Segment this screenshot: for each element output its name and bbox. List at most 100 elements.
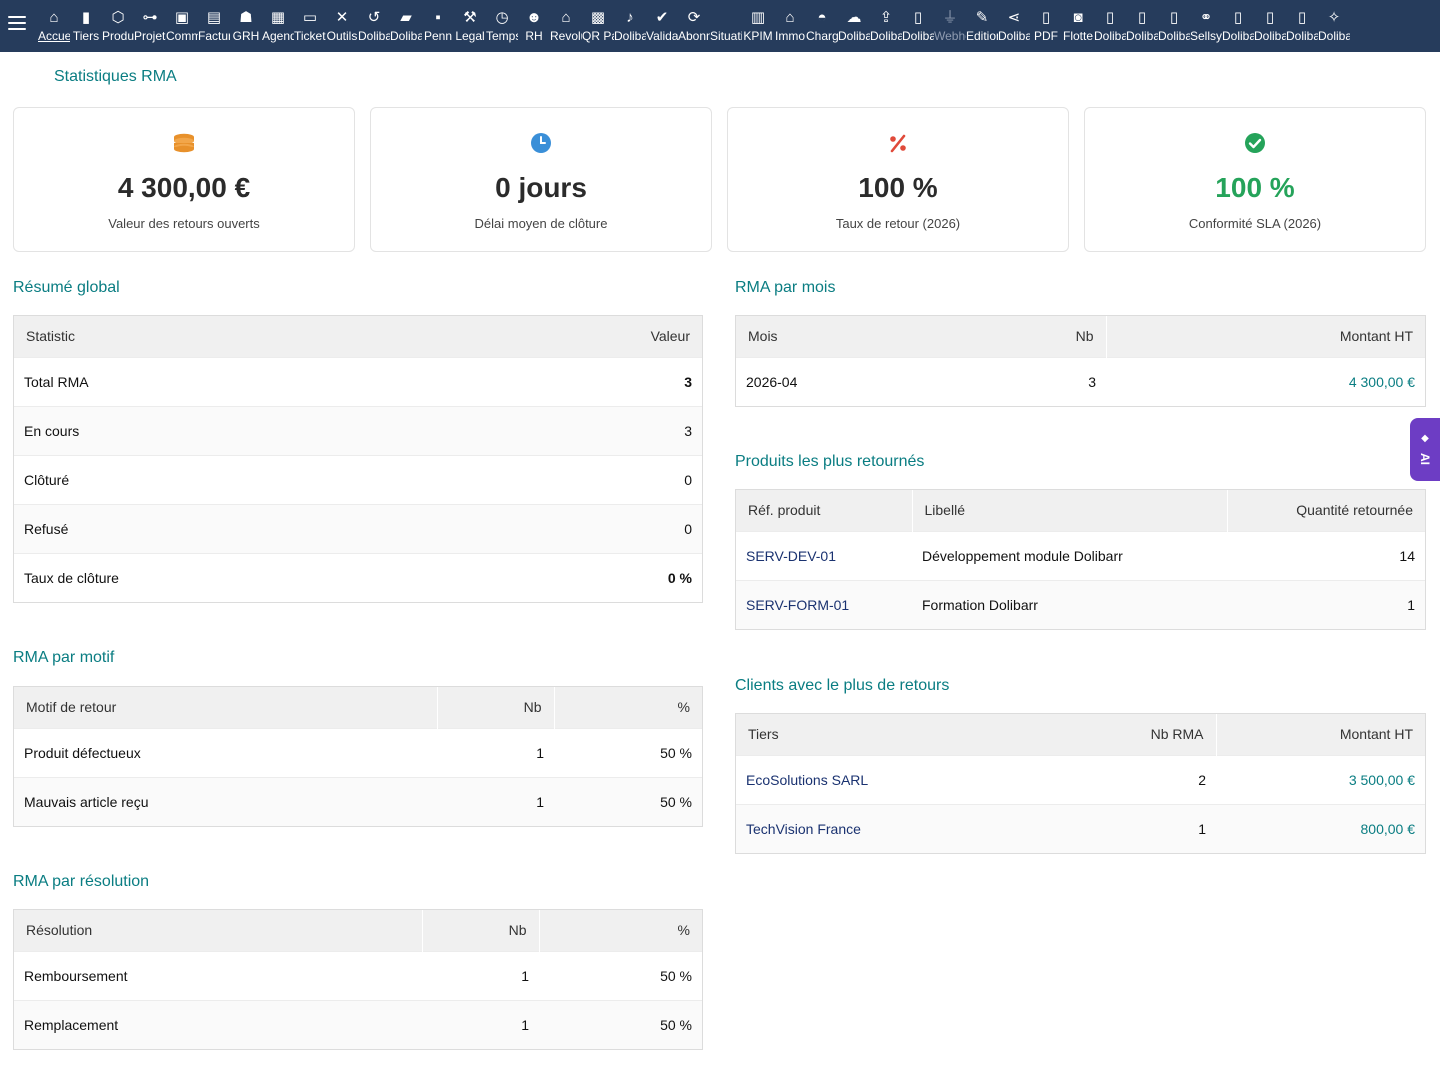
menu-item-label: Dolibarr [1318, 29, 1350, 43]
menu-item-16[interactable]: ⌂ Revolut [550, 0, 582, 52]
row-label: Refusé [14, 503, 458, 553]
menu-item-25[interactable]: ☁ Dolibarr [838, 0, 870, 52]
menu-item-38[interactable]: ▯ Dolibarr [1254, 0, 1286, 52]
upload-icon: ⇪ [879, 9, 893, 26]
menu-item-26[interactable]: ⇪ Dolibarr [870, 0, 902, 52]
menu-item-label: Dolibarr [1158, 29, 1190, 43]
summary-table: Statistic Valeur Total RMA 3 En cours 3 Cl… [13, 315, 703, 603]
product-ref-link[interactable]: SERV-DEV-01 [736, 530, 912, 580]
bell-icon: ♪ [626, 9, 634, 26]
menu-item-1[interactable]: ▮ Tiers [70, 0, 102, 52]
note-icon: ▯ [1233, 9, 1243, 26]
menu-item-37[interactable]: ▯ Dolibarr [1222, 0, 1254, 52]
reason-percent: 50 % [554, 776, 702, 826]
menu-item-14[interactable]: ◷ Temps [486, 0, 518, 52]
note-icon: ▯ [1297, 9, 1307, 26]
row-label: En cours [14, 405, 458, 455]
note-icon: ▯ [1265, 9, 1275, 26]
product-ref-link[interactable]: SERV-FORM-01 [736, 579, 912, 629]
menu-item-15[interactable]: ☻ RH [518, 0, 550, 52]
menu-item-3[interactable]: ⊶ Projets [134, 0, 166, 52]
hamburger-menu-icon[interactable] [8, 16, 26, 36]
product-quantity: 1 [1227, 579, 1425, 629]
column-header: Libellé [911, 490, 1227, 531]
menu-item-31[interactable]: ▯ PDF [1030, 0, 1062, 52]
menu-item-32[interactable]: ◙ Flotte [1062, 0, 1094, 52]
menu-item-label: PDF [1034, 29, 1058, 43]
cloud-icon: ☁ [846, 9, 862, 26]
menu-item-17[interactable]: ▩ QR Pay [582, 0, 614, 52]
menu-item-label: Legal [455, 29, 485, 43]
menu-item-8[interactable]: ▭ Tickets [294, 0, 326, 52]
client-rma-count: 1 [1096, 803, 1216, 853]
menu-item-40[interactable]: ✧ Dolibarr [1318, 0, 1350, 52]
table-row: Taux de clôture 0 % [14, 552, 702, 602]
menu-item-12[interactable]: ▪ Penn [422, 0, 454, 52]
menu-item-29[interactable]: ✎ Edition [966, 0, 998, 52]
menu-item-9[interactable]: ✕ Outils [326, 0, 358, 52]
table-row: Remplacement 1 50 % [14, 999, 702, 1049]
menu-item-20[interactable]: ⟳ Abonnements [678, 0, 710, 52]
menu-item-23[interactable]: ⌂ Immo [774, 0, 806, 52]
menu-item-label: Charges [806, 29, 838, 43]
top-products-table: Réf. produit Libellé Quantité retournée … [735, 489, 1426, 630]
table-row: Mauvais article reçu 1 50 % [14, 776, 702, 826]
stamp-icon: ▪ [435, 9, 441, 26]
menu-item-34[interactable]: ▯ Dolibarr [1126, 0, 1158, 52]
month-amount: 4 300,00 € [1106, 356, 1425, 406]
reason-count: 1 [437, 776, 554, 826]
table-row: En cours 3 [14, 405, 702, 455]
tower-icon: ▯ [913, 9, 923, 26]
menu-item-30[interactable]: ⋖ Dolibarr [998, 0, 1030, 52]
menu-item-22[interactable]: ▥ KPIM [742, 0, 774, 52]
menu-item-39[interactable]: ▯ Dolibarr [1286, 0, 1318, 52]
product-quantity: 14 [1227, 530, 1425, 580]
by-reason-table: Motif de retour Nb % Produit défectueux 1… [13, 686, 703, 827]
menu-item-6[interactable]: ☗ GRH [230, 0, 262, 52]
menu-item-label: Projets [134, 29, 166, 43]
section-title-top-products: Produits les plus retournés [735, 453, 925, 470]
menu-item-11[interactable]: ▰ Dolibarr [390, 0, 422, 52]
client-link[interactable]: EcoSolutions SARL [736, 754, 1096, 804]
kpi-card-open-returns-value: 4 300,00 € Valeur des retours ouverts [13, 107, 355, 252]
client-link[interactable]: TechVision France [736, 803, 1096, 853]
menu-item-24[interactable]: ◓ Charges [806, 0, 838, 52]
resolution-label: Remboursement [14, 950, 422, 1000]
column-header: Quantité retournée [1226, 490, 1425, 531]
menu-item-4[interactable]: ▣ Commerce [166, 0, 198, 52]
month-count: 3 [996, 356, 1106, 406]
menu-item-33[interactable]: ▯ Dolibarr [1094, 0, 1126, 52]
edit-icon: ✎ [975, 9, 989, 26]
handshake-icon: ⚭ [1199, 9, 1213, 26]
menu-item-19[interactable]: ✔ Validation [646, 0, 678, 52]
menu-item-label: Dolibarr [1254, 29, 1286, 43]
menu-item-28[interactable]: ⏚ Webhooks [934, 0, 966, 52]
menu-item-27[interactable]: ▯ Dolibarr [902, 0, 934, 52]
menu-item-label: Penn [423, 29, 453, 43]
menu-item-13[interactable]: ⚒ Legal [454, 0, 486, 52]
menu-item-0[interactable]: ⌂ Accueil [38, 0, 70, 52]
ai-assistant-tab[interactable]: ◆ AI [1410, 418, 1440, 481]
menu-item-5[interactable]: ▤ Facturation [198, 0, 230, 52]
ai-tab-label: AI [1418, 452, 1432, 465]
menu-item-36[interactable]: ⚭ Sellsy [1190, 0, 1222, 52]
menu-item-35[interactable]: ▯ Dolibarr [1158, 0, 1190, 52]
menu-item-label: Temps [486, 29, 518, 43]
row-label: Taux de clôture [14, 552, 458, 602]
column-header: Statistic [14, 316, 458, 357]
clock-icon [371, 132, 711, 154]
menu-item-label: Dolibarr [1286, 29, 1318, 43]
resolution-count: 1 [422, 999, 539, 1049]
menu-item-2[interactable]: ⬡ Produits [102, 0, 134, 52]
kpi-value: 4 300,00 € [117, 172, 251, 203]
reason-count: 1 [437, 727, 554, 777]
menu-item-10[interactable]: ↺ Dolibarr [358, 0, 390, 52]
menu-item-21[interactable]: Situation [710, 0, 742, 52]
column-header: Nb [436, 687, 554, 728]
table-row: EcoSolutions SARL 2 3 500,00 € [736, 754, 1425, 804]
menu-item-label: QR Pay [582, 29, 614, 43]
menu-item-label: Dolibarr [614, 29, 646, 43]
menu-item-18[interactable]: ♪ Dolibarr [614, 0, 646, 52]
by-resolution-table: Résolution Nb % Remboursement 1 50 % Rempl… [13, 909, 703, 1050]
menu-item-7[interactable]: ▦ Agenda [262, 0, 294, 52]
